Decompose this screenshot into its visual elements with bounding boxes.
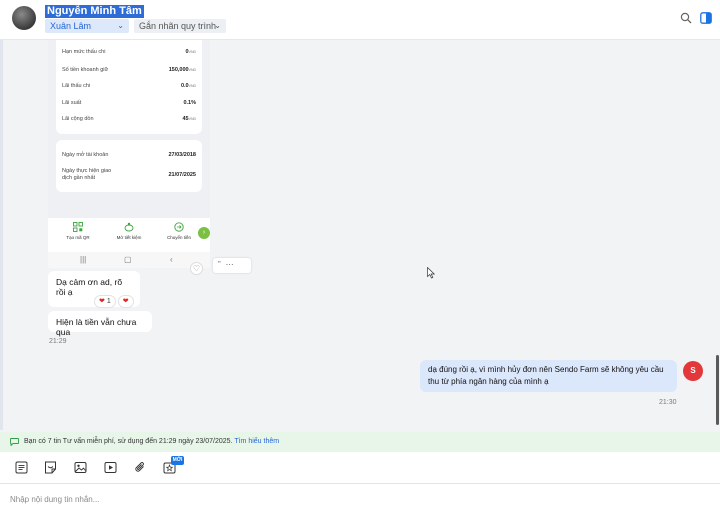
process-label-dropdown[interactable]: Gắn nhãn quy trình ⌄ (134, 19, 226, 33)
transfer-icon (174, 222, 184, 232)
app-bottom-nav: Tạo mã QR Mở tiết kiệm Chuyển tiền › (48, 218, 210, 252)
date-row: Ngày thực hiện giao dịch gần nhất 21/07/… (62, 168, 196, 181)
heart-reaction[interactable]: ❤ 1 (94, 295, 116, 308)
qr-icon (73, 222, 83, 232)
nav-transfer: Chuyển tiền (159, 222, 199, 240)
chevron-right-icon: › (198, 227, 210, 239)
detail-row: Lãi suất 0.1% (62, 100, 196, 106)
process-label-placeholder: Gắn nhãn quy trình (139, 21, 217, 31)
phone-system-bar: ||| ▢ ‹ (48, 252, 210, 268)
message-timestamp: 21:29 (49, 338, 67, 345)
search-icon[interactable] (680, 12, 692, 24)
heart-icon: ❤ (122, 298, 129, 305)
nav-qr: Tạo mã QR (58, 222, 98, 240)
heart-reaction-add[interactable]: ❤ (117, 295, 134, 308)
mouse-cursor-icon (427, 267, 435, 279)
account-details-card: Hạn mức thấu chi 0VND Số tiền khoanh giữ… (56, 40, 202, 134)
message-actions: ” ⋯ (213, 258, 251, 273)
composer (0, 485, 720, 512)
free-consult-notice: Bạn có 7 tin Tư vấn miễn phí, sử dụng đế… (0, 432, 720, 452)
heart-icon: ❤ (99, 298, 105, 305)
side-panel-icon[interactable] (700, 12, 712, 24)
new-badge: MỚI (171, 456, 184, 465)
message-timestamp: 21:30 (659, 399, 677, 406)
home-icon: ▢ (124, 255, 132, 264)
date-row: Ngày mở tài khoản 27/03/2018 (62, 152, 196, 158)
left-border (0, 40, 3, 430)
attachment-icon[interactable] (134, 461, 147, 474)
recents-icon: ||| (80, 255, 87, 264)
video-icon[interactable] (104, 461, 117, 474)
notice-text: Bạn có 7 tin Tư vấn miễn phí, sử dụng đế… (24, 438, 233, 445)
assignee-dropdown[interactable]: Xuân Lâm ⌄ (45, 19, 129, 33)
more-icon[interactable]: ⋯ (226, 260, 234, 269)
sender-avatar: S (683, 361, 703, 381)
reactions: ❤ 1 ❤ (94, 290, 136, 308)
chevron-down-icon: ⌄ (117, 21, 124, 30)
detail-row: Lãi cộng dồn 45VND (62, 116, 196, 122)
sticker-icon[interactable] (44, 461, 57, 474)
chevron-down-icon: ⌄ (214, 21, 221, 30)
contact-name[interactable]: Nguyễn Minh Tâm (45, 5, 144, 18)
scrollbar[interactable] (716, 355, 719, 425)
assignee-label: Xuân Lâm (50, 21, 92, 31)
template-icon[interactable] (15, 461, 28, 474)
back-icon: ‹ (170, 255, 173, 264)
incoming-message[interactable]: Hiện là tiền vẫn chưa qua (48, 311, 152, 337)
image-icon[interactable] (74, 461, 87, 474)
detail-row: Số tiền khoanh giữ 150,000VND (62, 67, 196, 73)
add-reaction-icon[interactable]: ♡ (190, 262, 203, 275)
image-message[interactable]: Hạn mức thấu chi 0VND Số tiền khoanh giữ… (48, 40, 210, 268)
composer-toolbar (0, 452, 720, 484)
chat-bubble-icon (10, 438, 19, 446)
detail-row: Hạn mức thấu chi 0VND (62, 49, 196, 55)
nav-savings: Mở tiết kiệm (109, 222, 149, 240)
chat-header: Nguyễn Minh Tâm Xuân Lâm ⌄ Gắn nhãn quy … (0, 0, 720, 40)
contact-avatar[interactable] (12, 6, 36, 30)
account-dates-card: Ngày mở tài khoản 27/03/2018 Ngày thực h… (56, 140, 202, 192)
outgoing-message[interactable]: dạ đúng rồi ạ, vì mình hủy đơn nên Sendo… (420, 360, 677, 392)
quote-icon[interactable]: ” (218, 260, 221, 269)
piggy-bank-icon (124, 222, 134, 232)
detail-row: Lãi thấu chi 0.0VND (62, 83, 196, 89)
message-text: dạ đúng rồi ạ, vì mình hủy đơn nên Sendo… (428, 365, 664, 386)
learn-more-link[interactable]: Tìm hiểu thêm (234, 438, 279, 445)
message-input[interactable] (10, 491, 700, 507)
